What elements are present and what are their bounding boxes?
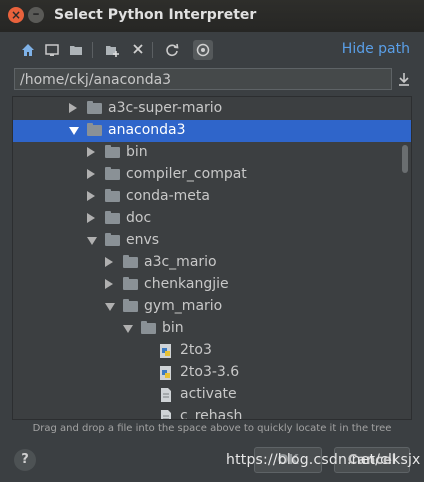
tree-item-label: compiler_compat (126, 166, 247, 182)
show-hidden-icon[interactable] (193, 40, 213, 60)
tree-scrollbar[interactable] (402, 145, 408, 173)
folder-icon (105, 233, 120, 246)
tree-file-row[interactable]: c_rehash (13, 406, 411, 420)
drag-drop-hint: Drag and drop a file into the space abov… (32, 423, 392, 434)
file-icon (159, 387, 173, 403)
expand-arrow-icon[interactable] (87, 213, 95, 223)
tree-folder-row[interactable]: doc (13, 208, 411, 230)
folder-icon (87, 123, 102, 136)
folder-icon (105, 211, 120, 224)
watermark: https://blog.csdn.net/clksjx (226, 452, 421, 468)
expand-arrow-icon[interactable] (87, 169, 95, 179)
tree-item-label: c_rehash (180, 408, 243, 420)
folder-icon (141, 321, 156, 334)
tree-folder-row[interactable]: compiler_compat (13, 164, 411, 186)
title-bar: × – Select Python Interpreter (0, 0, 424, 32)
folder-icon (105, 167, 120, 180)
folder-icon (87, 101, 102, 114)
toolbar-separator (92, 42, 93, 58)
tree-file-row[interactable]: activate (13, 384, 411, 406)
expand-arrow-icon[interactable] (87, 191, 95, 201)
tree-item-label: anaconda3 (108, 122, 186, 138)
tree-folder-row[interactable]: envs (13, 230, 411, 252)
collapse-arrow-icon[interactable] (87, 237, 97, 245)
close-window-button[interactable]: × (8, 7, 24, 23)
download-icon[interactable] (397, 71, 411, 87)
tree-item-label: envs (126, 232, 160, 248)
expand-arrow-icon[interactable] (87, 147, 95, 157)
folder-icon (123, 299, 138, 312)
tree-item-label: bin (126, 144, 148, 160)
tree-file-row[interactable]: 2to3 (13, 340, 411, 362)
delete-icon[interactable] (128, 40, 148, 60)
tree-folder-row[interactable]: bin (13, 318, 411, 340)
project-folder-icon[interactable] (66, 40, 86, 60)
toolbar-separator (152, 42, 153, 58)
collapse-arrow-icon[interactable] (123, 325, 133, 333)
folder-icon (123, 255, 138, 268)
tree-item-label: a3c_mario (144, 254, 217, 270)
tree-folder-row[interactable]: bin (13, 142, 411, 164)
folder-icon (123, 277, 138, 290)
folder-icon (105, 145, 120, 158)
tree-folder-row[interactable]: chenkangjie (13, 274, 411, 296)
tree-item-label: chenkangjie (144, 276, 229, 292)
hide-path-link[interactable]: Hide path (342, 41, 410, 57)
tree-folder-row[interactable]: anaconda3 (13, 120, 411, 142)
minimize-window-button[interactable]: – (28, 7, 44, 23)
expand-arrow-icon[interactable] (105, 279, 113, 289)
expand-arrow-icon[interactable] (69, 103, 77, 113)
tree-folder-row[interactable]: conda-meta (13, 186, 411, 208)
collapse-arrow-icon[interactable] (105, 303, 115, 311)
refresh-icon[interactable] (162, 40, 182, 60)
tree-item-label: 2to3 (180, 342, 212, 358)
python-file-icon (159, 343, 173, 359)
collapse-arrow-icon[interactable] (69, 127, 79, 135)
python-file-icon (159, 365, 173, 381)
tree-item-label: a3c-super-mario (108, 100, 223, 116)
tree-item-label: activate (180, 386, 237, 402)
folder-icon (105, 189, 120, 202)
home-icon[interactable] (18, 40, 38, 60)
desktop-icon[interactable] (42, 40, 62, 60)
file-icon (159, 409, 173, 419)
help-button[interactable]: ? (14, 449, 36, 471)
new-folder-icon[interactable] (102, 40, 122, 60)
tree-item-label: 2to3-3.6 (180, 364, 240, 380)
tree-item-label: gym_mario (144, 298, 223, 314)
window-title: Select Python Interpreter (54, 7, 257, 23)
tree-file-row[interactable]: 2to3-3.6 (13, 362, 411, 384)
tree-item-label: doc (126, 210, 152, 226)
expand-arrow-icon[interactable] (105, 257, 113, 267)
tree-folder-row[interactable]: gym_mario (13, 296, 411, 318)
tree-item-label: conda-meta (126, 188, 210, 204)
tree-folder-row[interactable]: a3c_mario (13, 252, 411, 274)
file-tree[interactable]: c_rehash activate 2to3-3.6 2to3 bin gym_mario… (12, 96, 412, 420)
tree-folder-row[interactable]: a3c-super-mario (13, 98, 411, 120)
path-input[interactable]: /home/ckj/anaconda3 (14, 68, 392, 90)
tree-item-label: bin (162, 320, 184, 336)
